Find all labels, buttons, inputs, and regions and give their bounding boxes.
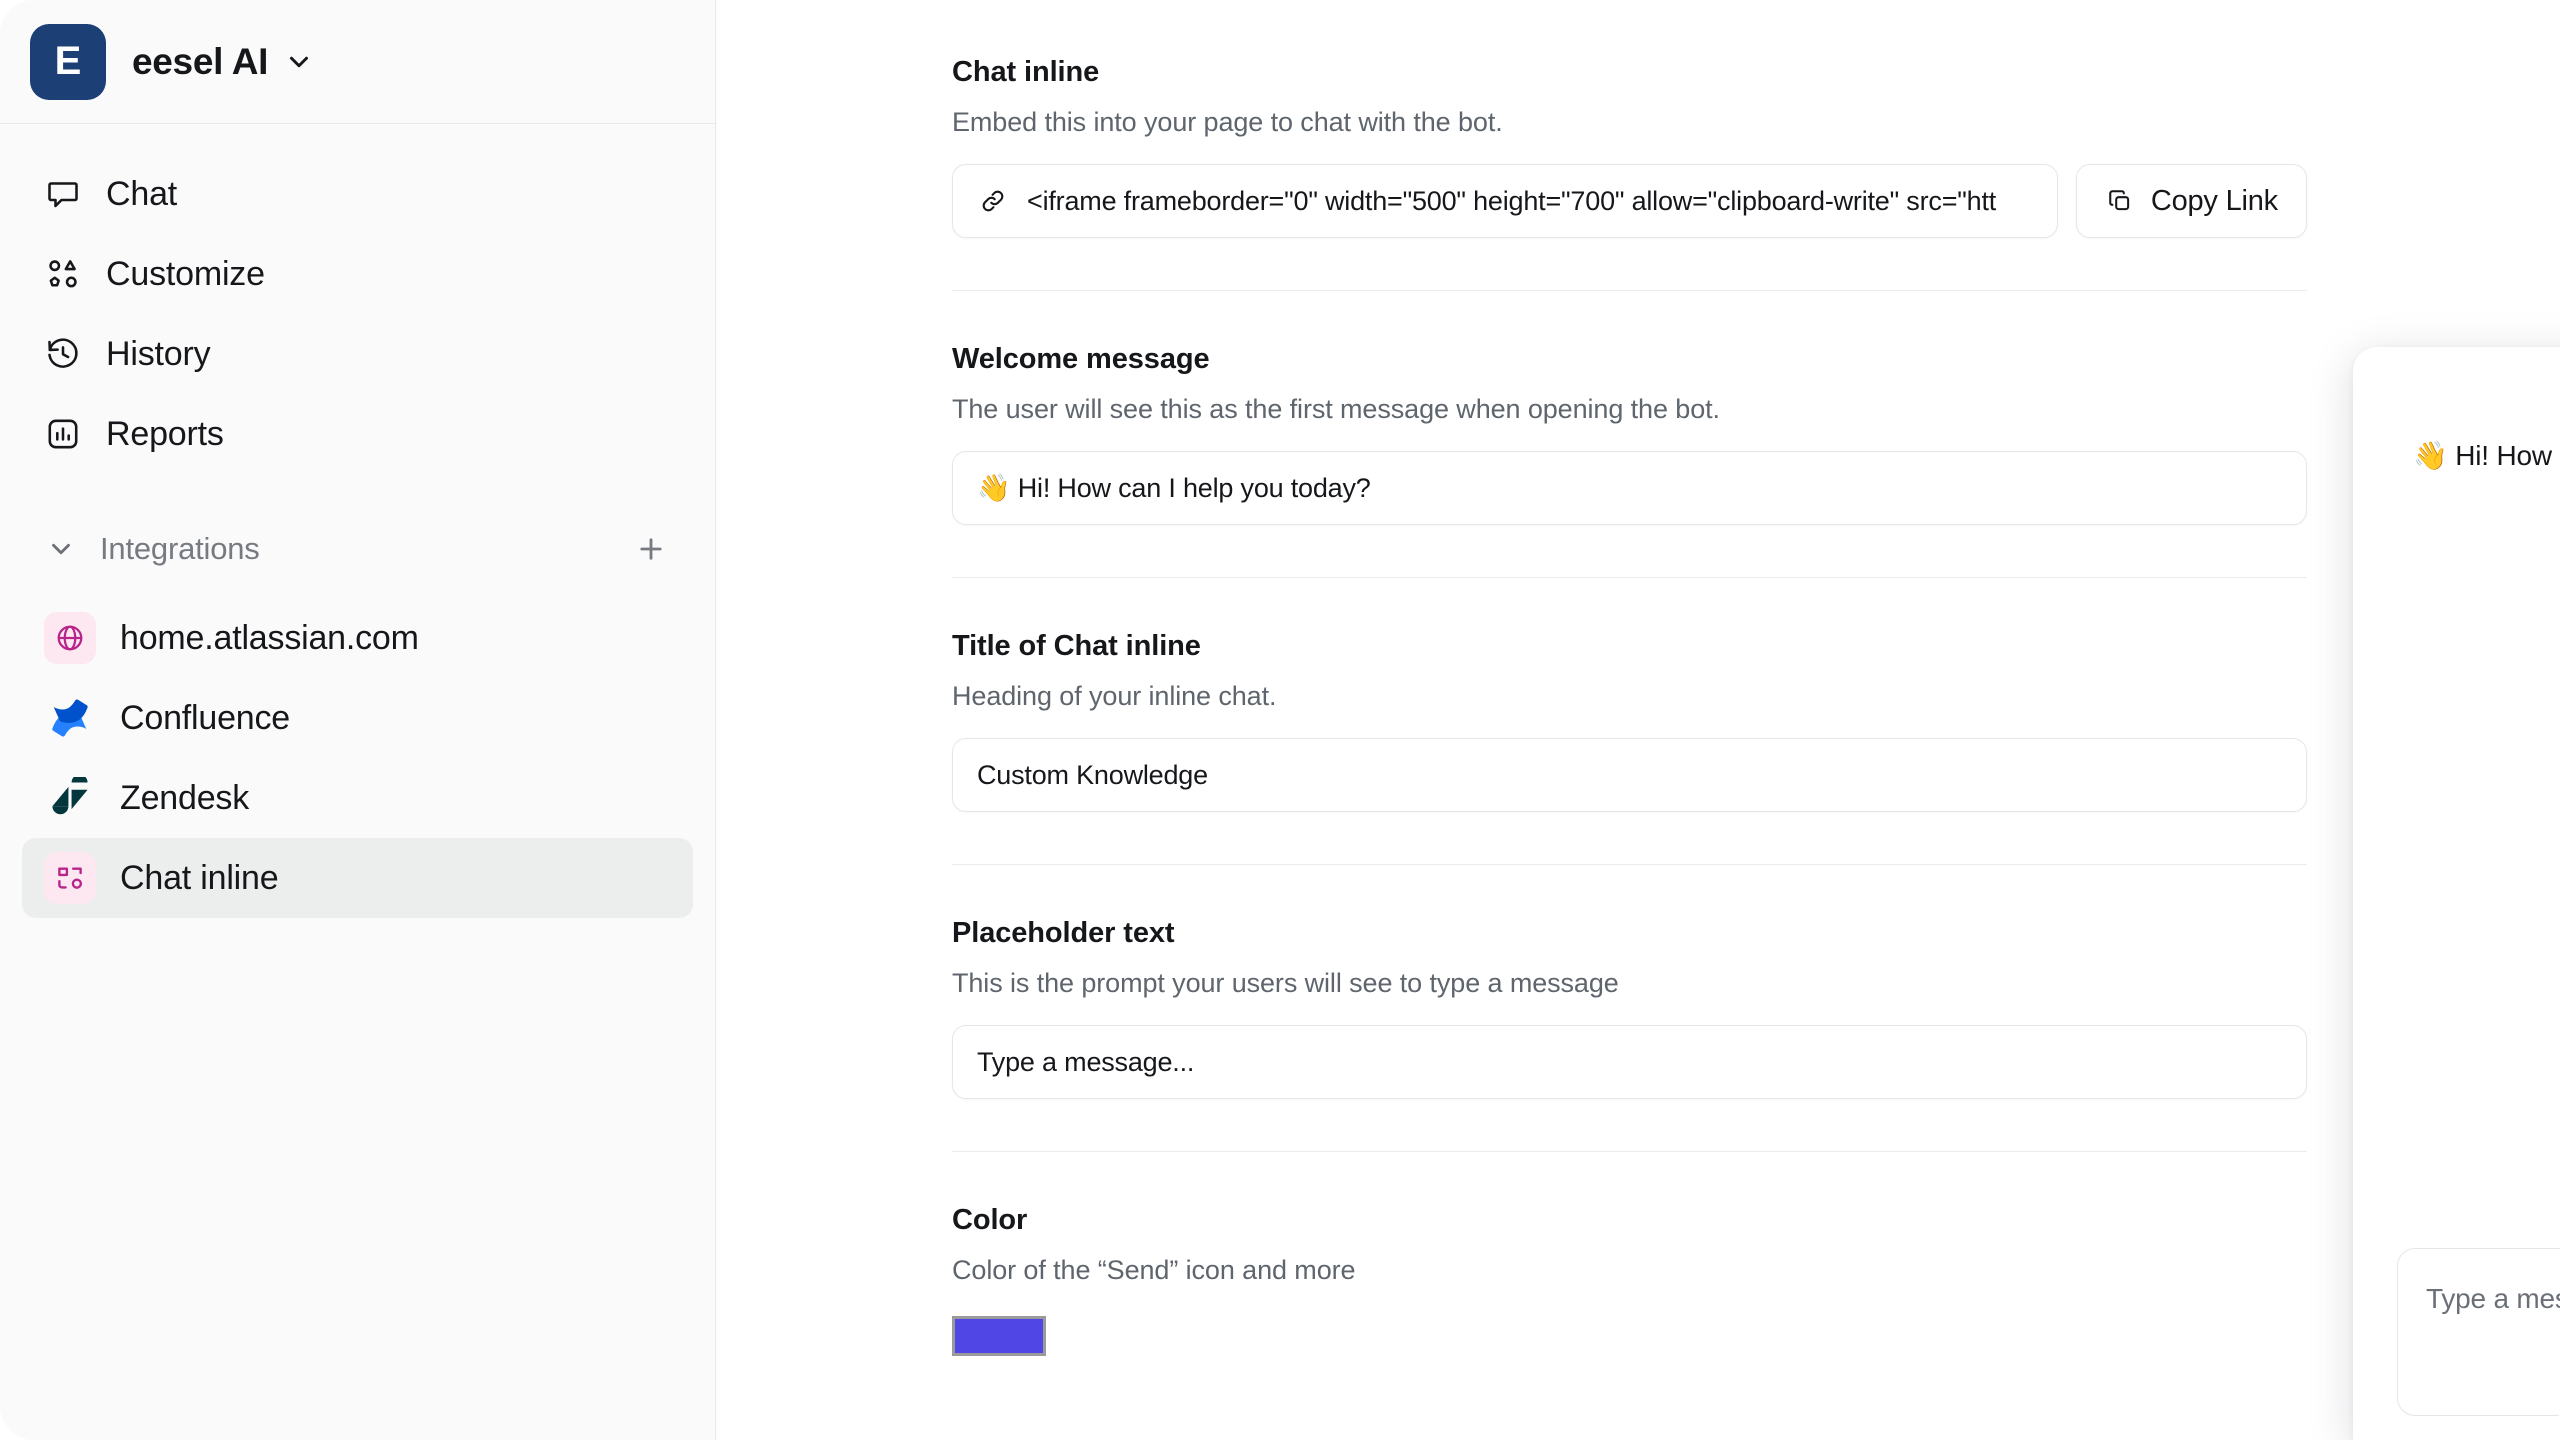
sidebar-item-label: home.atlassian.com <box>120 618 419 657</box>
integrations-label: Integrations <box>100 531 260 566</box>
sidebar-item-history[interactable]: History <box>22 314 693 394</box>
section-title: Color <box>952 1204 1028 1236</box>
chat-composer[interactable]: Type a message... <box>2397 1248 2560 1416</box>
welcome-message-input[interactable]: 👋 Hi! How can I help you today? <box>952 451 2307 525</box>
sidebar-item-home-atlassian-com[interactable]: home.atlassian.com <box>22 598 693 678</box>
section-welcome-message: Welcome message The user will see this a… <box>952 343 2307 578</box>
section-subtitle: The user will see this as the first mess… <box>952 394 1720 424</box>
link-icon <box>977 185 1009 217</box>
sidebar-item-label: Confluence <box>120 698 291 737</box>
bot-message: 👋 Hi! How can I help you today? <box>2413 440 2560 471</box>
sidebar-item-chat[interactable]: Chat <box>22 154 693 234</box>
sidebar-item-label: Zendesk <box>120 778 250 817</box>
page-title: Chat inline <box>952 56 1100 88</box>
welcome-message-value: 👋 Hi! How can I help you today? <box>977 473 1371 503</box>
placeholder-text-input[interactable]: Type a message... <box>952 1025 2307 1099</box>
chat-preview-panel: 👋 Hi! How can I help you today? Type a m… <box>2353 347 2560 1440</box>
copy-link-button[interactable]: Copy Link <box>2075 164 2307 238</box>
section-title: Welcome message <box>952 343 1210 375</box>
primary-navigation: Chat Customize History Reports <box>0 124 715 474</box>
chat-inline-icon <box>44 852 96 904</box>
placeholder-text-value: Type a message... <box>977 1046 1195 1077</box>
confluence-icon <box>44 692 96 744</box>
bar-chart-icon <box>44 415 82 453</box>
chat-message-list: 👋 Hi! How can I help you today? <box>2353 347 2560 472</box>
workspace-logo: E <box>30 23 106 100</box>
sidebar-item-chat-inline[interactable]: Chat inline <box>22 838 693 918</box>
color-picker-swatch[interactable] <box>952 1316 1046 1356</box>
embed-code-value: <iframe frameborder="0" width="500" heig… <box>1027 185 1997 216</box>
section-title: Placeholder text <box>952 917 1175 949</box>
chevron-down-icon[interactable] <box>44 532 78 566</box>
sidebar-item-zendesk[interactable]: Zendesk <box>22 758 693 838</box>
chevron-down-icon <box>284 47 314 77</box>
sidebar-item-label: History <box>106 334 211 373</box>
workspace-name: eesel AI <box>132 40 269 82</box>
embed-field-row: <iframe frameborder="0" width="500" heig… <box>952 164 2307 238</box>
section-subtitle: Embed this into your page to chat with t… <box>952 107 1503 137</box>
section-chat-title: Title of Chat inline Heading of your inl… <box>952 630 2307 865</box>
history-clock-icon <box>44 335 82 373</box>
globe-icon <box>44 612 96 664</box>
section-subtitle: This is the prompt your users will see t… <box>952 968 1619 998</box>
section-title: Title of Chat inline <box>952 630 1201 662</box>
embed-code-input[interactable]: <iframe frameborder="0" width="500" heig… <box>952 164 2058 238</box>
section-embed: Chat inline Embed this into your page to… <box>952 56 2307 291</box>
section-subtitle: Heading of your inline chat. <box>952 681 1277 711</box>
placeholder-field-row: Type a message... <box>952 1025 2307 1099</box>
copy-link-label: Copy Link <box>2150 184 2278 217</box>
sidebar-item-customize[interactable]: Customize <box>22 234 693 314</box>
sidebar-item-label: Chat inline <box>120 858 279 897</box>
sidebar-item-reports[interactable]: Reports <box>22 394 693 474</box>
copy-icon <box>2105 186 2135 216</box>
app-window: E eesel AI Chat Customize History Report… <box>0 0 2560 1440</box>
sidebar-item-label: Chat <box>106 174 178 213</box>
integrations-section-header[interactable]: Integrations <box>22 514 693 584</box>
sidebar-item-label: Reports <box>106 414 224 453</box>
section-placeholder-text: Placeholder text This is the prompt your… <box>952 917 2307 1152</box>
main-content: Chat inline Embed this into your page to… <box>717 0 2560 1440</box>
chat-title-field-row: Custom Knowledge <box>952 738 2307 812</box>
shapes-icon <box>44 255 82 293</box>
sidebar-item-confluence[interactable]: Confluence <box>22 678 693 758</box>
add-integration-button[interactable] <box>631 529 671 569</box>
zendesk-icon <box>44 772 96 824</box>
chat-inline-settings-form: Chat inline Embed this into your page to… <box>952 56 2307 1356</box>
section-subtitle: Color of the “Send” icon and more <box>952 1255 1356 1285</box>
chat-title-value: Custom Knowledge <box>977 759 1208 790</box>
chat-title-input[interactable]: Custom Knowledge <box>952 738 2307 812</box>
workspace-switcher[interactable]: E eesel AI <box>0 0 715 124</box>
welcome-field-row: 👋 Hi! How can I help you today? <box>952 451 2307 525</box>
integrations-navigation: home.atlassian.com Confluence Zendesk Ch… <box>0 584 715 918</box>
chat-bubble-icon <box>44 175 82 213</box>
section-color: Color Color of the “Send” icon and more <box>952 1204 2307 1356</box>
sidebar: E eesel AI Chat Customize History Report… <box>0 0 716 1440</box>
chat-input-placeholder: Type a message... <box>2426 1283 2560 1314</box>
sidebar-item-label: Customize <box>106 254 265 293</box>
